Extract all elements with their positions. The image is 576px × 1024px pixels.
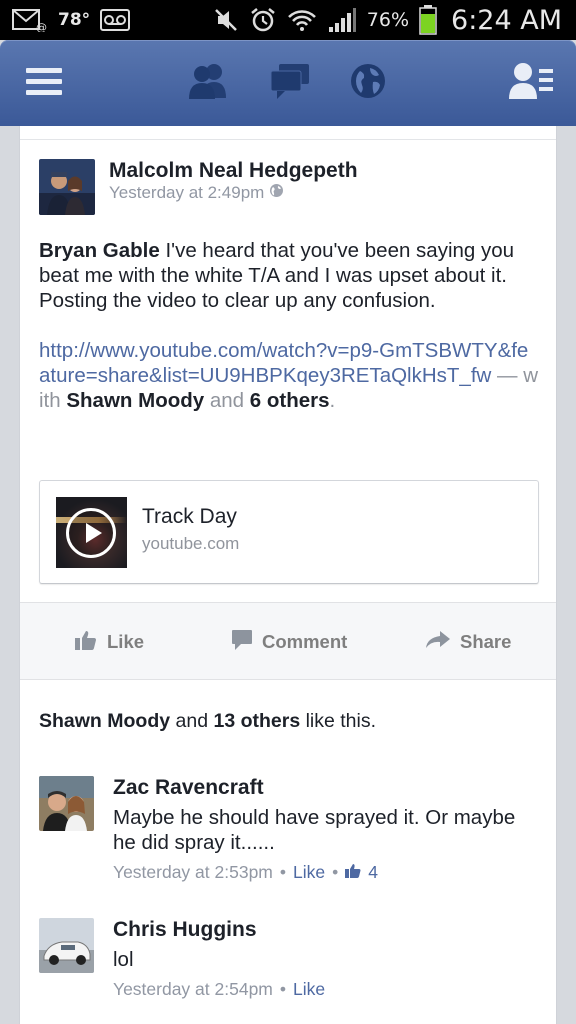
card-divider <box>20 126 556 140</box>
online-friends-button[interactable] <box>500 40 564 126</box>
public-globe-icon <box>269 183 284 203</box>
likes-suffix: like this. <box>300 710 377 732</box>
tagged-person[interactable]: Shawn Moody <box>66 389 204 412</box>
shared-video-attachment[interactable]: Track Day youtube.com <box>39 480 539 584</box>
clock: 6:24 AM <box>451 4 562 36</box>
likes-others[interactable]: 13 others <box>213 710 300 732</box>
voicemail-icon <box>100 9 131 31</box>
comment-text: lol <box>113 948 134 971</box>
menu-icon <box>26 66 62 101</box>
story-actions: Like Comment Share <box>20 602 556 680</box>
commenter-avatar[interactable] <box>39 776 94 831</box>
comment-meta: Yesterday at 2:53pm • Like • 4 <box>113 862 378 883</box>
video-thumbnail[interactable] <box>56 497 127 568</box>
comment-like-link[interactable]: Like <box>293 979 325 1000</box>
likes-and: and <box>170 710 214 732</box>
email-icon: @ <box>12 8 48 32</box>
svg-text:@: @ <box>36 21 47 32</box>
like-label: Like <box>107 631 145 652</box>
play-icon[interactable] <box>66 508 116 558</box>
friend-requests-icon <box>186 62 230 105</box>
notifications-button[interactable] <box>340 40 396 126</box>
tagged-others[interactable]: 6 others <box>250 389 330 412</box>
share-label: Share <box>460 631 512 652</box>
comment-like-link[interactable]: Like <box>293 862 325 883</box>
online-friends-icon <box>509 61 555 106</box>
post-header: Malcolm Neal Hedgepeth Yesterday at 2:49… <box>39 159 539 215</box>
share-button[interactable]: Share <box>426 603 511 681</box>
story-card: Malcolm Neal Hedgepeth Yesterday at 2:49… <box>19 126 557 1024</box>
friend-requests-button[interactable] <box>180 40 236 126</box>
comment-item: Chris Huggins lol Yesterday at 2:54pm • … <box>39 918 539 1013</box>
separator-dot: • <box>332 862 339 882</box>
thumbs-up-icon <box>75 630 97 655</box>
temperature: 78° <box>58 10 91 30</box>
menu-button[interactable] <box>14 40 74 126</box>
comment-icon <box>232 629 252 655</box>
separator-dot: • <box>279 862 287 882</box>
author-avatar[interactable] <box>39 159 95 215</box>
alarm-icon <box>249 6 277 34</box>
attachment-title[interactable]: Track Day <box>142 505 237 529</box>
likes-summary[interactable]: Shawn Moody and 13 others like this. <box>39 710 376 733</box>
messages-button[interactable] <box>262 40 318 126</box>
battery-percent: 76% <box>366 9 410 31</box>
commenter-name[interactable]: Zac Ravencraft <box>113 776 264 800</box>
post-message: Bryan Gable I've heard that you've been … <box>39 238 539 313</box>
mentioned-person[interactable]: Bryan Gable <box>39 239 160 262</box>
period: . <box>329 389 336 412</box>
comment-text: Maybe he should have sprayed it. Or mayb… <box>113 806 516 854</box>
comment-item: Zac Ravencraft Maybe he should have spra… <box>39 776 539 886</box>
small-thumbs-up-icon <box>345 862 361 883</box>
author-name[interactable]: Malcolm Neal Hedgepeth <box>109 159 358 183</box>
and-text: and <box>204 389 250 412</box>
post-body: Bryan Gable I've heard that you've been … <box>39 238 539 413</box>
comment-like-count[interactable]: 4 <box>368 862 378 883</box>
battery-icon <box>419 5 437 35</box>
post-link-line: http://www.youtube.com/watch?v=p9-GmTSBW… <box>39 338 539 413</box>
attachment-domain: youtube.com <box>142 534 240 553</box>
mute-icon <box>213 7 239 33</box>
post-timestamp[interactable]: Yesterday at 2:49pm <box>109 183 264 203</box>
comment-timestamp[interactable]: Yesterday at 2:54pm <box>113 979 273 1000</box>
separator-dot: • <box>279 979 287 999</box>
liker-name[interactable]: Shawn Moody <box>39 710 170 732</box>
wifi-icon <box>287 8 317 32</box>
comment-button[interactable]: Comment <box>232 603 347 681</box>
comment-label: Comment <box>262 631 348 652</box>
commenter-avatar[interactable] <box>39 918 94 973</box>
messages-icon <box>269 62 311 105</box>
status-bar: @ 78° 76% 6:24 AM <box>0 0 576 40</box>
top-nav-bar <box>0 40 576 126</box>
like-button[interactable]: Like <box>75 603 144 681</box>
notifications-globe-icon <box>349 62 387 105</box>
post-meta: Yesterday at 2:49pm <box>109 183 284 203</box>
comment-timestamp[interactable]: Yesterday at 2:53pm <box>113 862 273 883</box>
comment-meta: Yesterday at 2:54pm • Like <box>113 979 325 1000</box>
signal-icon <box>327 7 357 33</box>
news-feed[interactable]: Malcolm Neal Hedgepeth Yesterday at 2:49… <box>0 126 576 1024</box>
commenter-name[interactable]: Chris Huggins <box>113 918 257 942</box>
share-arrow-icon <box>426 630 450 654</box>
shared-url[interactable]: http://www.youtube.com/watch?v=p9-GmTSBW… <box>39 339 528 387</box>
